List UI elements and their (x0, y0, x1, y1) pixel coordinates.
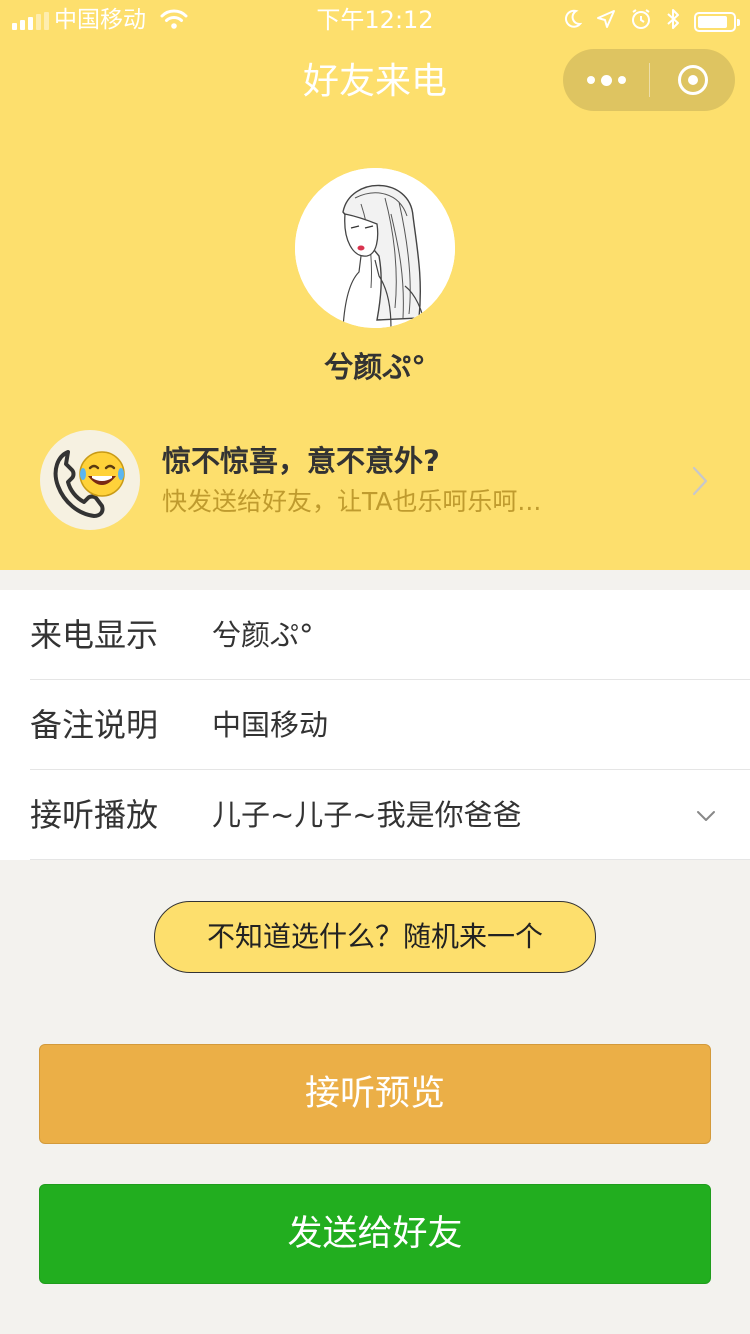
random-pick-button[interactable]: 不知道选什么？随机来一个 (154, 901, 596, 973)
promo-subtitle: 快发送给好友，让TA也乐呵乐呵... (162, 487, 542, 516)
form-row-playback[interactable]: 接听播放 儿子~儿子~我是你爸爸 (30, 770, 750, 860)
promo-title: 惊不惊喜，意不意外? (162, 444, 440, 478)
alarm-icon (630, 8, 652, 36)
battery-icon (694, 12, 740, 32)
nickname: 兮颜ぷ° (324, 350, 426, 384)
close-circle-icon[interactable] (650, 49, 735, 111)
send-to-friend-button[interactable]: 发送给好友 (39, 1184, 711, 1284)
playback-select[interactable]: 儿子~儿子~我是你爸爸 (212, 770, 682, 860)
call-settings-form: 来电显示 兮颜ぷ° 备注说明 中国移动 接听播放 儿子~儿子~我是你爸爸 (0, 590, 750, 860)
app-screen: 中国移动 下午12:12 好友来电 兮颜ぷ° 惊不惊喜，意不意外? 快发送给好友… (0, 0, 750, 1334)
moon-icon (564, 9, 583, 35)
chevron-right-icon (690, 464, 710, 502)
status-bar: 中国移动 下午12:12 (0, 0, 750, 40)
chevron-down-icon[interactable] (695, 808, 717, 827)
mini-program-capsule (563, 49, 735, 111)
playback-label: 接听播放 (30, 796, 159, 834)
share-promo-row[interactable]: 惊不惊喜，意不意外? 快发送给好友，让TA也乐呵乐呵... (0, 420, 750, 540)
status-icons (564, 8, 740, 36)
battery-level-fill (698, 16, 727, 28)
form-row-remark: 备注说明 中国移动 (30, 680, 750, 770)
remark-field[interactable]: 中国移动 (212, 680, 682, 770)
header-panel: 中国移动 下午12:12 好友来电 兮颜ぷ° 惊不惊喜，意不意外? 快发送给好友… (0, 0, 750, 570)
remark-label: 备注说明 (30, 706, 159, 744)
laughing-phone-icon (40, 430, 140, 530)
caller-display-label: 来电显示 (30, 616, 159, 654)
more-dots-icon[interactable] (563, 49, 649, 111)
bluetooth-icon (666, 8, 680, 36)
location-arrow-icon (596, 9, 616, 35)
form-row-caller-display: 来电显示 兮颜ぷ° (30, 590, 750, 680)
preview-call-button[interactable]: 接听预览 (39, 1044, 711, 1144)
avatar[interactable] (295, 168, 455, 328)
caller-display-field[interactable]: 兮颜ぷ° (212, 590, 682, 680)
